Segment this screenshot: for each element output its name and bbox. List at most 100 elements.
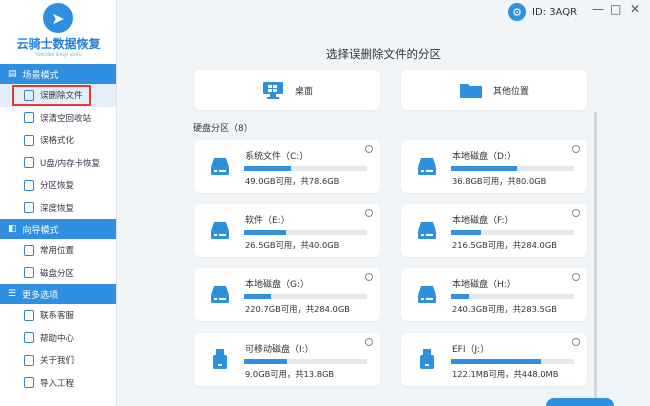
sidebar-item-disk-partitions[interactable]: 磁盘分区 xyxy=(0,262,116,285)
user-settings-icon: ⚙ xyxy=(508,3,526,21)
page-title: 选择误删除文件的分区 xyxy=(326,47,441,61)
drive-name: EFI（J:） xyxy=(452,345,490,355)
drive-select-radio[interactable] xyxy=(572,209,580,217)
drive-name: 本地磁盘（F:） xyxy=(452,216,514,226)
user-id-text: ID: 3AQR xyxy=(532,6,578,18)
logo: ➤ 云骑士数据恢复 YUNQISHI SHUJU HUIFU xyxy=(0,0,116,64)
sidebar-item-recycle-bin[interactable]: 误清空回收站 xyxy=(0,107,116,130)
drive-usage-fill xyxy=(451,166,518,171)
drive-select-radio[interactable] xyxy=(572,273,580,281)
drive-size: 49.0GB可用，共78.6GB xyxy=(245,176,340,186)
drive-size: 240.3GB可用，共283.5GB xyxy=(452,304,557,314)
quick-location-desktop[interactable]: 桌面 xyxy=(194,70,380,110)
selection-highlight xyxy=(12,85,91,106)
sidebar-item-help-center[interactable]: 帮助中心 xyxy=(0,327,116,350)
sidebar-item-common-locations[interactable]: 常用位置 xyxy=(0,239,116,262)
drive-select-radio[interactable] xyxy=(365,338,373,346)
hard-drive-icon xyxy=(211,222,229,239)
app-logo-icon: ➤ xyxy=(43,3,73,33)
section-more-options: ☰ 更多选项 xyxy=(0,284,116,304)
deep-scan-icon xyxy=(24,202,34,214)
drive-card[interactable]: 系统文件（C:） 49.0GB可用，共78.6GB xyxy=(194,140,380,193)
drive-card[interactable]: 本地磁盘（F:） 216.5GB可用，共284.0GB xyxy=(401,204,587,257)
drive-size: 122.1MB可用，共448.0MB xyxy=(452,369,559,379)
usb-icon xyxy=(24,157,34,169)
drive-size: 9.0GB可用，共13.8GB xyxy=(245,369,335,379)
drive-select-radio[interactable] xyxy=(572,145,580,153)
drive-usage-fill xyxy=(451,359,541,364)
minimize-button[interactable]: — xyxy=(592,2,604,16)
drive-select-radio[interactable] xyxy=(365,145,373,153)
drive-usage-fill xyxy=(244,294,272,299)
drive-select-radio[interactable] xyxy=(365,273,373,281)
wizard-mode-icon: ◧ xyxy=(8,224,17,234)
drive-usage-bar xyxy=(451,166,574,171)
hard-drive-icon xyxy=(211,286,229,303)
sidebar: ➤ 云骑士数据恢复 YUNQISHI SHUJU HUIFU ▤ 场景模式 误删… xyxy=(0,0,117,406)
drive-size: 26.5GB可用，共40.0GB xyxy=(245,240,340,250)
drive-usage-bar xyxy=(244,294,367,299)
import-icon xyxy=(24,377,34,389)
drive-usage-bar xyxy=(244,230,367,235)
drive-name: 本地磁盘（H:） xyxy=(452,280,516,290)
sidebar-item-format[interactable]: 误格式化 xyxy=(0,129,116,152)
recycle-bin-icon xyxy=(24,112,34,124)
scrollbar[interactable] xyxy=(594,112,597,406)
drive-name: 系统文件（C:） xyxy=(245,152,309,162)
disk-icon xyxy=(24,267,34,279)
drive-usage-fill xyxy=(244,230,286,235)
start-scan-button[interactable] xyxy=(546,398,614,406)
scene-mode-icon: ▤ xyxy=(8,69,17,79)
drive-usage-bar xyxy=(451,294,574,299)
partition-icon xyxy=(24,179,34,191)
menu-icon: ☰ xyxy=(8,289,17,299)
drive-select-radio[interactable] xyxy=(365,209,373,217)
drive-usage-fill xyxy=(451,294,470,299)
hard-drive-icon xyxy=(211,158,229,175)
drive-name: 本地磁盘（G:） xyxy=(245,280,310,290)
drive-name: 可移动磁盘（I:） xyxy=(245,345,314,355)
sidebar-item-deep-recovery[interactable]: 深度恢复 xyxy=(0,197,116,220)
sidebar-item-deleted-files[interactable]: 误删除文件 xyxy=(0,84,116,107)
location-icon xyxy=(24,244,34,256)
drive-usage-bar xyxy=(244,166,367,171)
drive-size: 220.7GB可用，共284.0GB xyxy=(245,304,350,314)
section-scene-mode: ▤ 场景模式 xyxy=(0,64,116,84)
user-id-badge[interactable]: ⚙ ID: 3AQR xyxy=(508,3,577,21)
sidebar-item-about-us[interactable]: 关于我们 xyxy=(0,349,116,372)
hard-drive-icon xyxy=(418,286,436,303)
drive-size: 36.8GB可用，共80.0GB xyxy=(452,176,547,186)
sidebar-item-import-project[interactable]: 导入工程 xyxy=(0,372,116,395)
drive-usage-fill xyxy=(451,230,481,235)
folder-icon xyxy=(459,84,482,98)
drive-card[interactable]: 本地磁盘（H:） 240.3GB可用，共283.5GB xyxy=(401,268,587,321)
section-wizard-mode: ◧ 向导模式 xyxy=(0,219,116,239)
drive-usage-bar xyxy=(244,359,367,364)
usb-drive-icon xyxy=(213,349,227,369)
drive-card[interactable]: 软件（E:） 26.5GB可用，共40.0GB xyxy=(194,204,380,257)
app-title: 云骑士数据恢复 xyxy=(16,37,101,51)
drive-card[interactable]: EFI（J:） 122.1MB可用，共448.0MB xyxy=(401,333,587,386)
info-icon xyxy=(24,354,34,366)
drive-card[interactable]: 本地磁盘（D:） 36.8GB可用，共80.0GB xyxy=(401,140,587,193)
headset-icon xyxy=(24,309,34,321)
sidebar-item-contact-support[interactable]: 联系客服 xyxy=(0,304,116,327)
format-icon xyxy=(24,134,34,146)
drive-name: 本地磁盘（D:） xyxy=(452,152,516,162)
drive-card[interactable]: 本地磁盘（G:） 220.7GB可用，共284.0GB xyxy=(194,268,380,321)
desktop-icon xyxy=(262,82,283,99)
hard-drive-icon xyxy=(418,222,436,239)
app-subtitle: YUNQISHI SHUJU HUIFU xyxy=(35,52,82,57)
drive-usage-fill xyxy=(244,166,291,171)
drive-usage-fill xyxy=(244,359,288,364)
close-button[interactable]: ✕ xyxy=(630,2,640,16)
sidebar-item-usb-card[interactable]: U盘/内存卡恢复 xyxy=(0,152,116,175)
drive-card[interactable]: 可移动磁盘（I:） 9.0GB可用，共13.8GB xyxy=(194,333,380,386)
sidebar-item-partition-recovery[interactable]: 分区恢复 xyxy=(0,174,116,197)
hard-drive-icon xyxy=(418,158,436,175)
quick-location-other[interactable]: 其他位置 xyxy=(401,70,587,110)
help-icon xyxy=(24,332,34,344)
maximize-button[interactable]: □ xyxy=(610,2,621,16)
drive-usage-bar xyxy=(451,359,574,364)
drive-select-radio[interactable] xyxy=(572,338,580,346)
